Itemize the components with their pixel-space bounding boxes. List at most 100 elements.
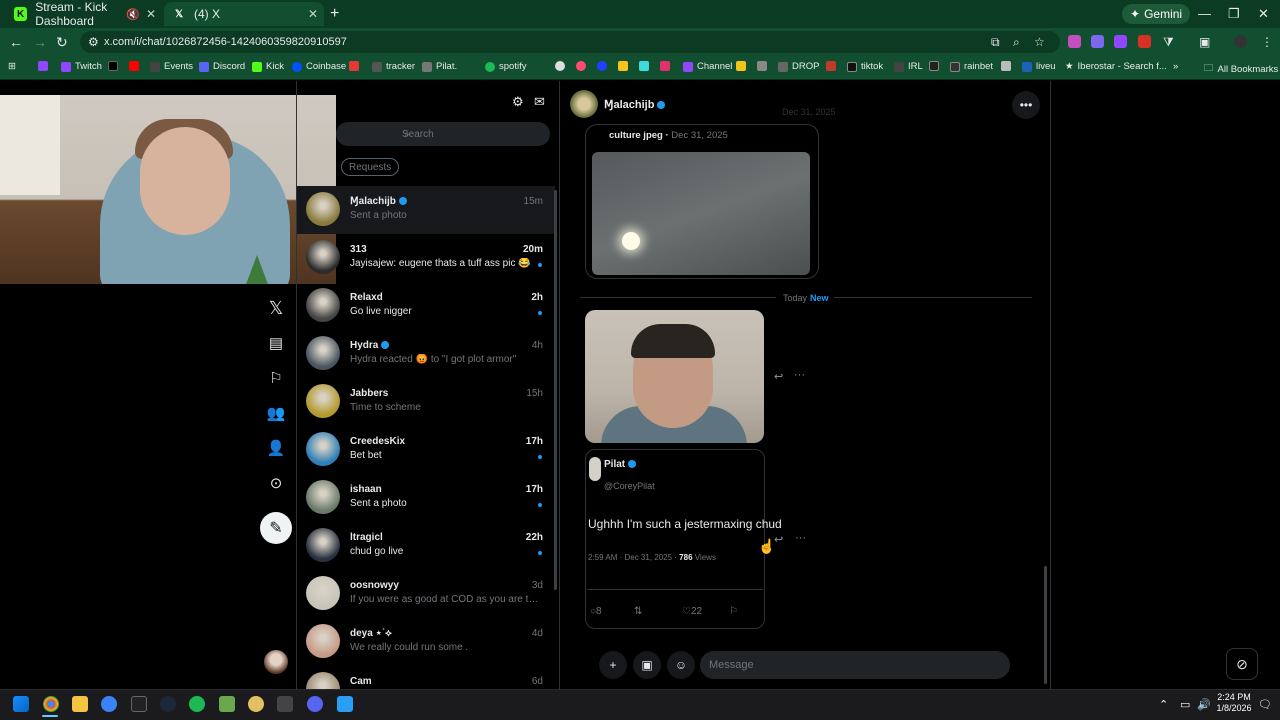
compose-post-button[interactable]: ✎: [260, 512, 292, 544]
avatar[interactable]: [306, 480, 340, 514]
bookmark-icon[interactable]: [618, 61, 628, 71]
avatar[interactable]: [306, 672, 340, 689]
site-info-icon[interactable]: ⚙: [88, 35, 99, 49]
emoji-button[interactable]: ☺: [667, 651, 695, 679]
bookmark-pilat[interactable]: Pilat.: [422, 61, 457, 72]
close-window-button[interactable]: ✕: [1258, 6, 1269, 22]
bookmark-x-icon[interactable]: [108, 61, 118, 71]
notifications-icon[interactable]: 🗨: [1258, 698, 1272, 711]
bookmark-spotify[interactable]: spotify: [485, 61, 526, 72]
app-icon[interactable]: [101, 696, 117, 712]
bookmark-liveu[interactable]: liveu: [1022, 61, 1056, 72]
file-explorer-icon[interactable]: [72, 696, 88, 712]
bookmark-icon[interactable]: [929, 61, 939, 71]
bookmark-icon[interactable]: [576, 61, 586, 71]
all-bookmarks[interactable]: 🗀 All Bookmarks: [1204, 61, 1278, 77]
message-input[interactable]: Message: [700, 651, 1010, 679]
bookmark-tiktok[interactable]: tiktok: [847, 61, 883, 72]
new-message-icon[interactable]: ✉: [534, 94, 545, 110]
bookmark-tracker[interactable]: tracker: [372, 61, 415, 72]
minecraft-icon[interactable]: [219, 696, 235, 712]
avatar[interactable]: [306, 576, 340, 610]
profile-avatar[interactable]: [1234, 35, 1247, 48]
bookmark-icon[interactable]: [757, 61, 767, 71]
gif-button[interactable]: ▣: [633, 651, 661, 679]
bookmark-events[interactable]: Events: [150, 61, 193, 72]
extension-icon[interactable]: [1091, 35, 1104, 48]
tweet-screenshot-message[interactable]: [585, 449, 765, 629]
spotify-icon[interactable]: [189, 696, 205, 712]
react-icon[interactable]: ↩: [774, 370, 783, 383]
minimize-button[interactable]: —: [1198, 6, 1211, 21]
bookmark-twitch-icon[interactable]: [38, 61, 48, 71]
new-tab-button[interactable]: +: [330, 5, 339, 23]
conversation-item[interactable]: Cam 6d: [297, 666, 555, 689]
avatar[interactable]: [306, 336, 340, 370]
conversation-item[interactable]: oosnowyy 3d If you were as good at COD as …: [297, 570, 555, 618]
discord-icon[interactable]: [307, 696, 323, 712]
avatar[interactable]: [306, 384, 340, 418]
bookmark-icon[interactable]: [1001, 61, 1011, 71]
conversation-item[interactable]: CreedesKix 17h Bet bet: [297, 426, 555, 474]
install-icon[interactable]: ⧉: [991, 35, 1000, 50]
bookmark-coinbase[interactable]: Coinbase: [292, 61, 346, 72]
search-input[interactable]: ⌕ Search: [336, 122, 550, 146]
conversation-item[interactable]: Relaxd 2h Go live nigger: [297, 282, 555, 330]
account-avatar[interactable]: [264, 650, 288, 674]
mute-icon[interactable]: 🔇: [126, 8, 140, 21]
attach-plus-button[interactable]: +: [599, 651, 627, 679]
bookmark-twitch[interactable]: Twitch: [61, 61, 102, 72]
conversation-item[interactable]: Jabbers 15h Time to scheme: [297, 378, 555, 426]
conversation-item[interactable]: ltragicl 22h chud go live: [297, 522, 555, 570]
bookmark-icon[interactable]: [660, 61, 670, 71]
zoom-icon[interactable]: ⌕: [1013, 35, 1020, 50]
more-bookmarks-icon[interactable]: »: [1173, 61, 1178, 72]
conversation-item[interactable]: Ɱalachijb 15m Sent a photo: [297, 186, 555, 234]
profile-icon[interactable]: 👤: [264, 436, 288, 460]
bookmarks-icon[interactable]: ⚐: [264, 366, 288, 390]
bookmark-icon[interactable]: [597, 61, 607, 71]
steam-icon[interactable]: [160, 696, 176, 712]
bookmark-discord[interactable]: Discord: [199, 61, 245, 72]
conversation-item[interactable]: deya ⋆˙⟡ 4d We really could run some .: [297, 618, 555, 666]
avatar[interactable]: [306, 288, 340, 322]
tab-kick-dashboard[interactable]: K Stream - Kick Dashboard 🔇 ✕: [6, 0, 162, 28]
apps-grid-icon[interactable]: ⊞: [8, 61, 16, 72]
bookmark-star-icon[interactable]: ☆: [1034, 35, 1045, 49]
bookmark-icon[interactable]: [736, 61, 746, 71]
network-icon[interactable]: ▭: [1180, 698, 1190, 711]
react-icon[interactable]: ↩: [774, 533, 783, 546]
twitch-extension-icon[interactable]: [1114, 35, 1127, 48]
bookmark-kick[interactable]: Kick: [252, 61, 284, 72]
bookmark-icon[interactable]: [826, 61, 836, 71]
restore-button[interactable]: ❐: [1228, 6, 1240, 22]
avatar[interactable]: [306, 432, 340, 466]
list-scrollbar[interactable]: [554, 190, 557, 590]
bookmark-icon[interactable]: [555, 61, 565, 71]
photo-message[interactable]: [585, 310, 764, 443]
lists-icon[interactable]: ▤: [264, 331, 288, 355]
bookmark-iberostar[interactable]: ★ Iberostar - Search f...: [1065, 61, 1167, 72]
menu-kebab-icon[interactable]: ⋮: [1261, 35, 1273, 49]
conversation-item[interactable]: Hydra 4h Hydra reacted 😡 to "I got plot ar…: [297, 330, 555, 378]
grok-button[interactable]: ⊘: [1226, 648, 1258, 680]
message-more-icon[interactable]: ···: [794, 369, 805, 381]
tray-chevron-icon[interactable]: ⌃: [1159, 698, 1168, 711]
avatar[interactable]: [306, 624, 340, 658]
adblock-icon[interactable]: [1138, 35, 1151, 48]
keyboard-app-icon[interactable]: [277, 696, 293, 712]
x-home-logo-icon[interactable]: 𝕏: [264, 296, 288, 320]
app-icon[interactable]: [248, 696, 264, 712]
more-circle-icon[interactable]: ⊙: [264, 471, 288, 495]
bookmark-channel[interactable]: Channel: [683, 61, 732, 72]
message-more-icon[interactable]: ···: [795, 532, 806, 544]
windows-start-icon[interactable]: [13, 696, 29, 712]
epic-games-icon[interactable]: [131, 696, 147, 712]
conversation-item[interactable]: ishaan 17h Sent a photo: [297, 474, 555, 522]
url-bar[interactable]: x.com/i/chat/1026872456-1424060359820910…: [80, 31, 1060, 53]
gemini-button[interactable]: ✦ Gemini: [1122, 4, 1191, 24]
system-clock[interactable]: 2:24 PM 1/8/2026: [1212, 692, 1256, 714]
forward-button[interactable]: →: [33, 34, 47, 50]
reload-button[interactable]: ↻: [56, 34, 68, 51]
chat-avatar[interactable]: [570, 90, 598, 118]
